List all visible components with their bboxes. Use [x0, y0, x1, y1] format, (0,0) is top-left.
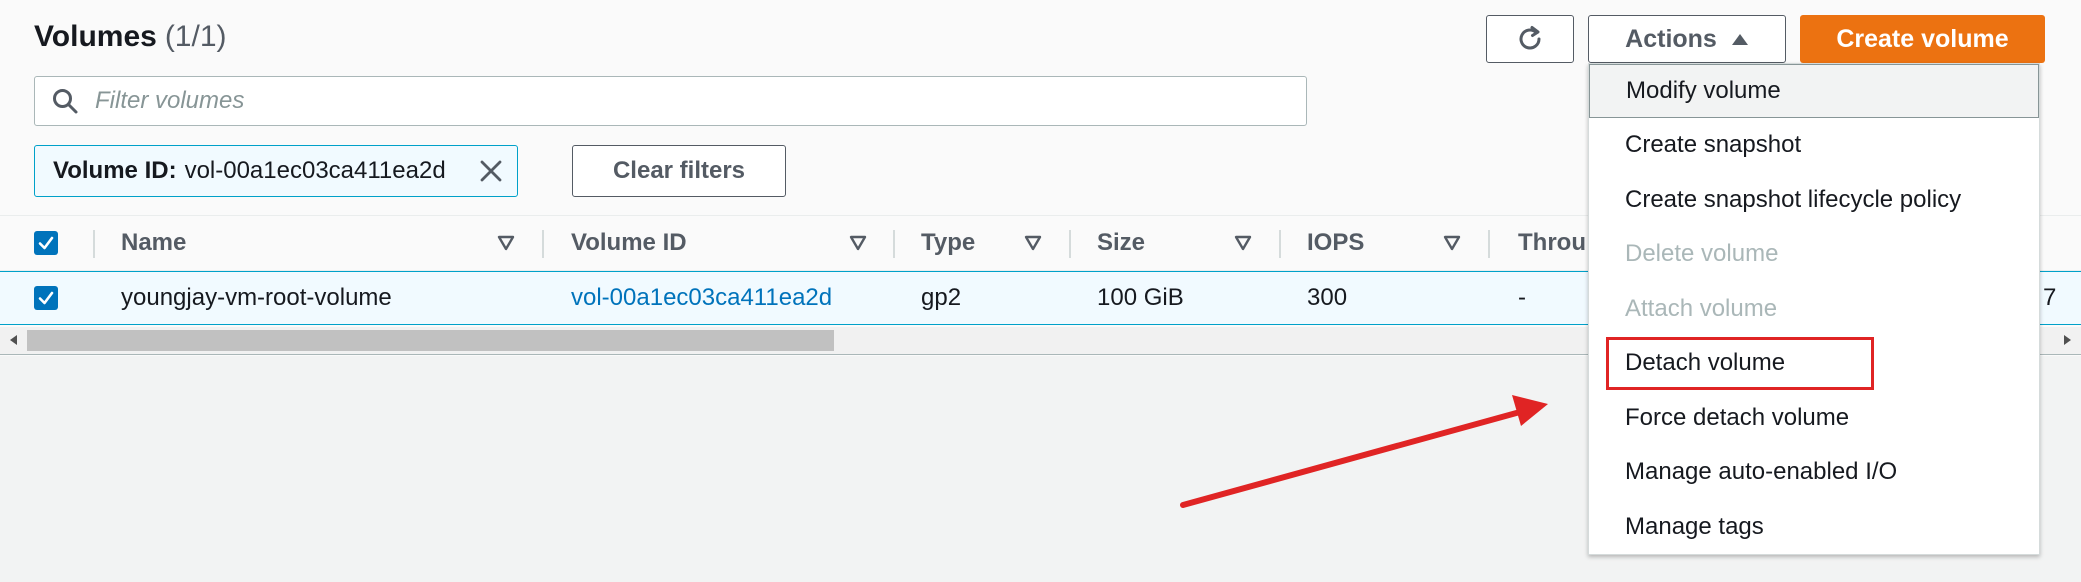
column-divider	[893, 230, 895, 258]
scroll-right-arrow-icon[interactable]	[2063, 334, 2073, 346]
cell-type: gp2	[921, 284, 962, 311]
cell-overflow: 7	[2043, 284, 2057, 311]
sort-icon[interactable]	[849, 235, 867, 251]
page-title-text: Volumes	[34, 20, 157, 53]
sort-icon[interactable]	[497, 235, 515, 251]
check-icon	[38, 236, 54, 250]
column-header-throughput[interactable]: Throu	[1518, 216, 1586, 270]
volume-count: (1/1)	[164, 20, 227, 53]
menu-item-modify-volume[interactable]: Modify volume	[1589, 64, 2039, 118]
close-icon	[480, 160, 502, 182]
caret-up-icon	[1731, 34, 1748, 45]
column-divider	[1488, 230, 1490, 258]
column-divider	[1069, 230, 1071, 258]
menu-item-create-snapshot[interactable]: Create snapshot	[1589, 118, 2039, 172]
menu-item-attach-volume: Attach volume	[1625, 295, 1778, 322]
sort-icon[interactable]	[1443, 235, 1461, 251]
dismiss-token-button[interactable]	[479, 159, 503, 183]
filter-token: Volume ID: vol-00a1ec03ca411ea2d	[34, 145, 518, 197]
column-divider	[93, 230, 95, 258]
sort-icon[interactable]	[1024, 235, 1042, 251]
column-header-volume-id[interactable]: Volume ID	[571, 216, 687, 270]
create-volume-button[interactable]: Create volume	[1800, 15, 2045, 63]
clear-filters-button[interactable]: Clear filters	[572, 145, 786, 197]
row-checkbox[interactable]	[34, 286, 58, 310]
actions-button[interactable]: Actions	[1588, 15, 1786, 63]
cell-iops: 300	[1307, 284, 1348, 311]
select-all-checkbox[interactable]	[34, 231, 58, 255]
filter-input[interactable]	[93, 86, 1197, 116]
cell-size: 100 GiB	[1097, 284, 1184, 311]
volume-id-link[interactable]: vol-00a1ec03ca411ea2d	[571, 272, 832, 324]
column-divider	[1279, 230, 1281, 258]
search-icon	[53, 89, 78, 114]
column-header-type[interactable]: Type	[921, 216, 975, 270]
actions-label: Actions	[1625, 24, 1717, 53]
column-divider	[542, 230, 544, 258]
refresh-button[interactable]	[1486, 15, 1574, 63]
check-icon	[38, 291, 54, 305]
filter-search[interactable]	[34, 76, 1307, 126]
scrollbar-thumb[interactable]	[27, 330, 834, 351]
page-title: Volumes (1/1)	[34, 20, 227, 54]
filter-token-key: Volume ID:	[53, 157, 177, 184]
menu-item-create-snapshot-lifecycle-policy[interactable]: Create snapshot lifecycle policy	[1589, 173, 2039, 227]
column-header-iops[interactable]: IOPS	[1307, 216, 1364, 270]
scroll-left-arrow-icon[interactable]	[8, 334, 18, 346]
column-header-size[interactable]: Size	[1097, 216, 1145, 270]
refresh-icon	[1519, 26, 1541, 50]
menu-item-force-detach-volume[interactable]: Force detach volume	[1589, 391, 2039, 445]
filter-token-value: vol-00a1ec03ca411ea2d	[184, 157, 446, 184]
menu-item-manage-tags[interactable]: Manage tags	[1589, 500, 2039, 554]
annotation-highlight-box	[1606, 337, 1874, 390]
cell-name: youngjay-vm-root-volume	[121, 284, 392, 311]
menu-item-delete-volume: Delete volume	[1625, 240, 1779, 267]
menu-item-manage-auto-enabled-io[interactable]: Manage auto-enabled I/O	[1589, 445, 2039, 499]
actions-dropdown-menu: Modify volume Create snapshot Create sna…	[1588, 63, 2040, 555]
sort-icon[interactable]	[1234, 235, 1252, 251]
cell-throughput: -	[1518, 284, 1526, 311]
column-header-name[interactable]: Name	[121, 216, 186, 270]
